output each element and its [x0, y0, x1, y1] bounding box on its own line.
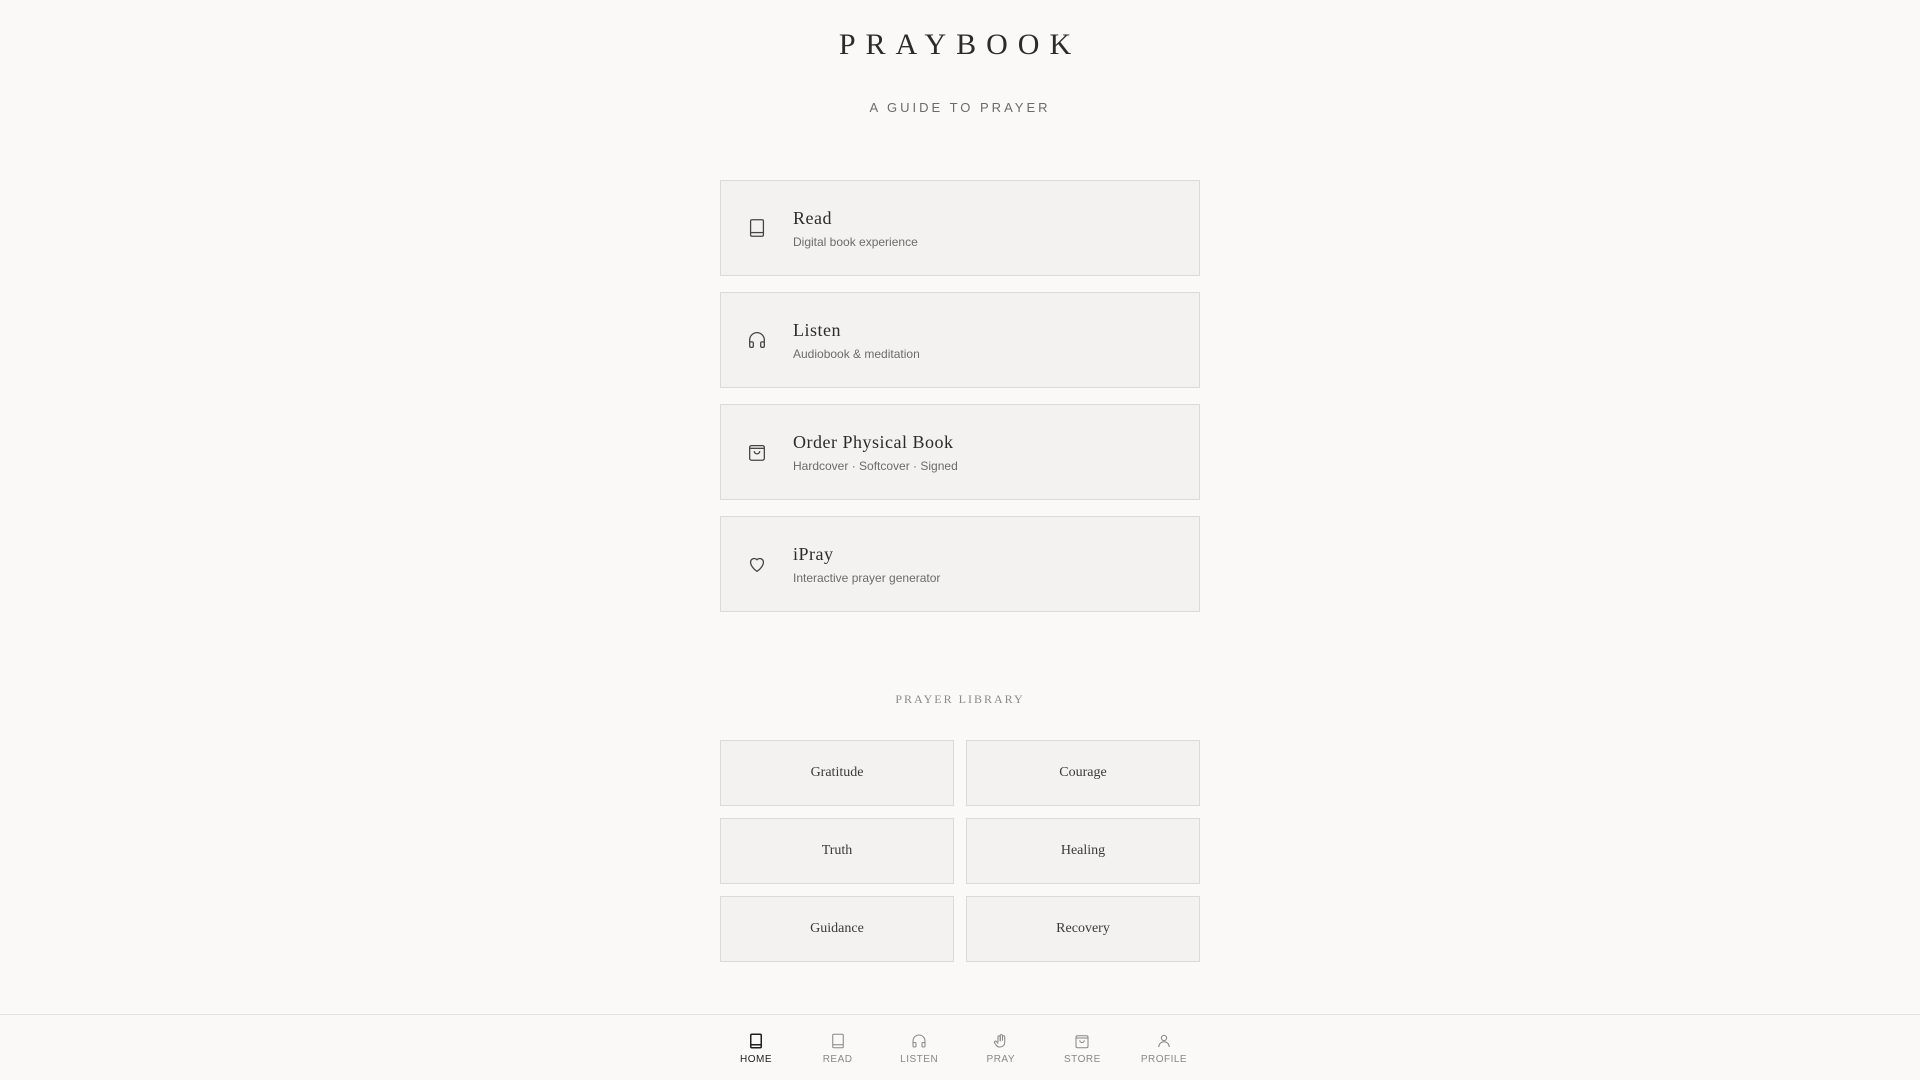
book-icon — [829, 1032, 847, 1050]
prayer-library-heading: PRAYER LIBRARY — [895, 692, 1025, 706]
nav-label: PROFILE — [1140, 1053, 1188, 1065]
order-book-card-text: Order Physical Book Hardcover · Softcove… — [793, 432, 958, 473]
heart-icon — [745, 552, 769, 576]
ipray-card[interactable]: iPray Interactive prayer generator — [720, 516, 1200, 612]
feature-cards: Read Digital book experience Listen Audi… — [720, 180, 1200, 628]
card-title: iPray — [793, 543, 834, 564]
card-title: Read — [793, 207, 832, 228]
card-subtitle: Hardcover · Softcover · Signed — [793, 458, 958, 473]
nav-label: READ — [822, 1053, 853, 1065]
ipray-card-text: iPray Interactive prayer generator — [793, 544, 940, 585]
headphones-icon — [910, 1032, 928, 1050]
app-title: PRAYBOOK — [838, 28, 1082, 61]
shopping-bag-icon — [745, 440, 769, 464]
bottom-nav-items: HOME READ LISTEN PRAY STORE PROFILE — [720, 1015, 1200, 1080]
read-card-text: Read Digital book experience — [793, 208, 918, 249]
nav-read[interactable]: READ — [808, 1015, 868, 1080]
library-tile-courage[interactable]: Courage — [966, 740, 1200, 806]
prayer-library-grid: Gratitude Courage Truth Healing Guidance… — [720, 740, 1200, 962]
nav-home[interactable]: HOME — [726, 1015, 786, 1080]
nav-label: PRAY — [986, 1053, 1016, 1065]
book-icon — [745, 216, 769, 240]
book-filled-icon — [747, 1032, 765, 1050]
nav-listen[interactable]: LISTEN — [889, 1015, 949, 1080]
card-subtitle: Digital book experience — [793, 234, 918, 249]
headphones-icon — [745, 328, 769, 352]
nav-pray[interactable]: PRAY — [971, 1015, 1031, 1080]
library-tile-truth[interactable]: Truth — [720, 818, 954, 884]
praying-hand-icon — [992, 1032, 1010, 1050]
library-tile-gratitude[interactable]: Gratitude — [720, 740, 954, 806]
user-icon — [1155, 1032, 1173, 1050]
library-tile-guidance[interactable]: Guidance — [720, 896, 954, 962]
listen-card[interactable]: Listen Audiobook & meditation — [720, 292, 1200, 388]
nav-label: STORE — [1063, 1053, 1101, 1065]
shopping-bag-icon — [1073, 1032, 1091, 1050]
nav-profile[interactable]: PROFILE — [1134, 1015, 1194, 1080]
read-card[interactable]: Read Digital book experience — [720, 180, 1200, 276]
nav-label: HOME — [740, 1053, 772, 1065]
library-tile-recovery[interactable]: Recovery — [966, 896, 1200, 962]
page: PRAYBOOK A GUIDE TO PRAYER Read Digital … — [0, 0, 1920, 1080]
card-title: Order Physical Book — [793, 431, 954, 452]
nav-store[interactable]: STORE — [1052, 1015, 1112, 1080]
card-title: Listen — [793, 319, 841, 340]
nav-label: LISTEN — [900, 1053, 939, 1065]
card-subtitle: Audiobook & meditation — [793, 346, 920, 361]
listen-card-text: Listen Audiobook & meditation — [793, 320, 920, 361]
library-tile-healing[interactable]: Healing — [966, 818, 1200, 884]
bottom-nav: HOME READ LISTEN PRAY STORE PROFILE — [0, 1014, 1920, 1080]
app-tagline: A GUIDE TO PRAYER — [869, 100, 1051, 115]
order-book-card[interactable]: Order Physical Book Hardcover · Softcove… — [720, 404, 1200, 500]
card-subtitle: Interactive prayer generator — [793, 570, 941, 585]
